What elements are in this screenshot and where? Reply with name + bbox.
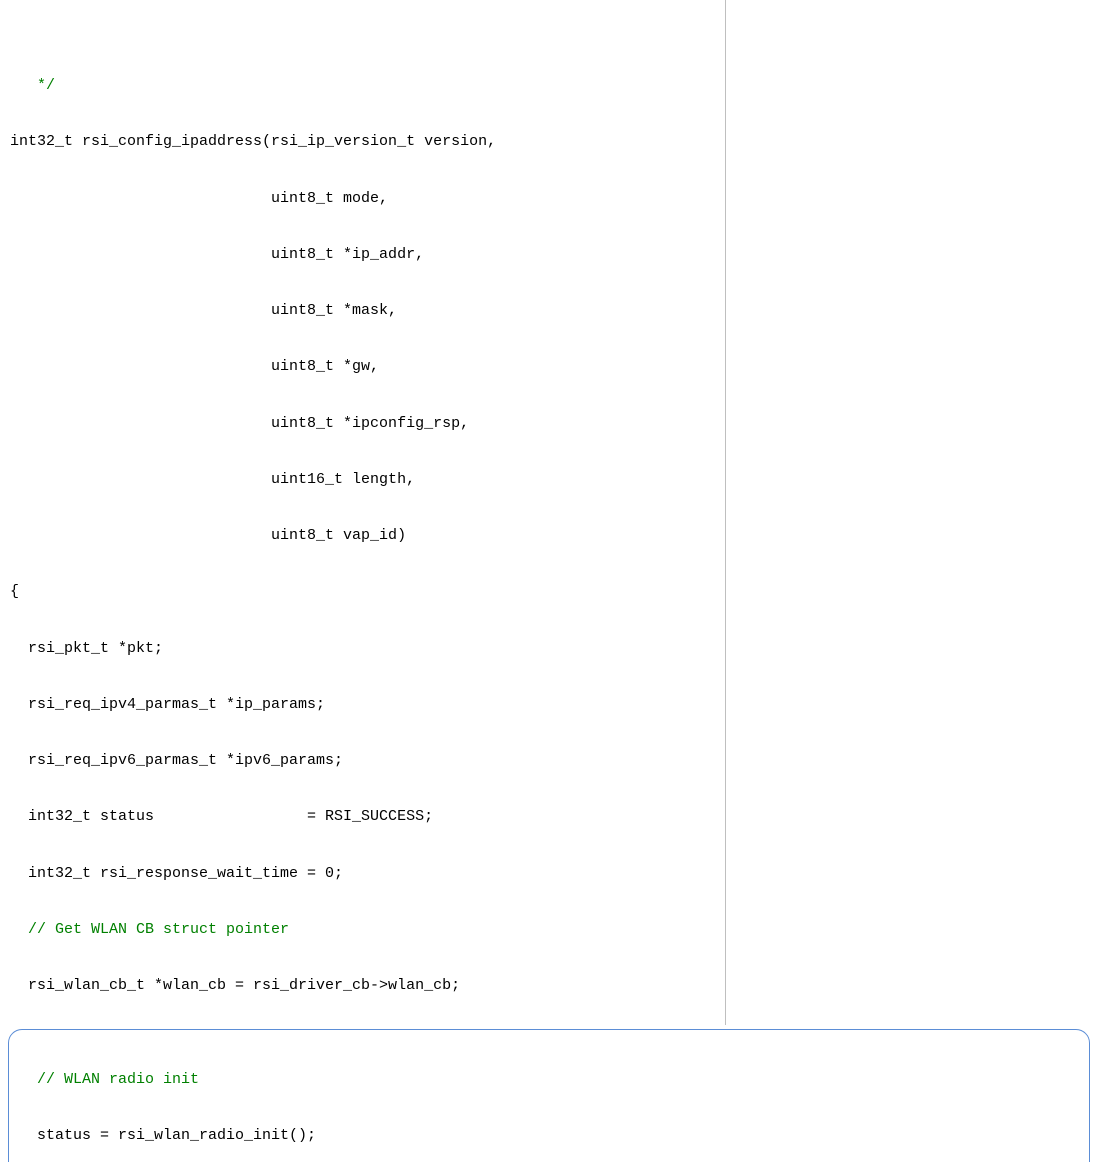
column-ruler [725, 0, 726, 1025]
code-line: uint16_t length, [10, 471, 1088, 490]
code-line: uint8_t *mask, [10, 302, 1088, 321]
code-line: uint8_t *ip_addr, [10, 246, 1088, 265]
code-line: int32_t status = RSI_SUCCESS; [10, 808, 1088, 827]
code-line: uint8_t *ipconfig_rsp, [10, 415, 1088, 434]
code-line: int32_t rsi_config_ipaddress(rsi_ip_vers… [10, 133, 1088, 152]
code-line: // Get WLAN CB struct pointer [10, 921, 1088, 940]
code-line: uint8_t *gw, [10, 358, 1088, 377]
changed-block-outline: // WLAN radio init status = rsi_wlan_rad… [8, 1029, 1090, 1162]
code-line: rsi_pkt_t *pkt; [10, 640, 1088, 659]
code-line: // WLAN radio init [19, 1071, 1089, 1090]
code-line: int32_t rsi_response_wait_time = 0; [10, 865, 1088, 884]
code-line: rsi_req_ipv6_parmas_t *ipv6_params; [10, 752, 1088, 771]
code-line: uint8_t mode, [10, 190, 1088, 209]
code-line: status = rsi_wlan_radio_init(); [19, 1127, 1089, 1146]
code-line: */ [10, 77, 1088, 96]
code-line: { [10, 583, 1088, 602]
code-line: rsi_wlan_cb_t *wlan_cb = rsi_driver_cb->… [10, 977, 1088, 996]
code-line: uint8_t vap_id) [10, 527, 1088, 546]
code-block: */ int32_t rsi_config_ipaddress(rsi_ip_v… [0, 0, 1098, 1025]
code-line: rsi_req_ipv4_parmas_t *ip_params; [10, 696, 1088, 715]
